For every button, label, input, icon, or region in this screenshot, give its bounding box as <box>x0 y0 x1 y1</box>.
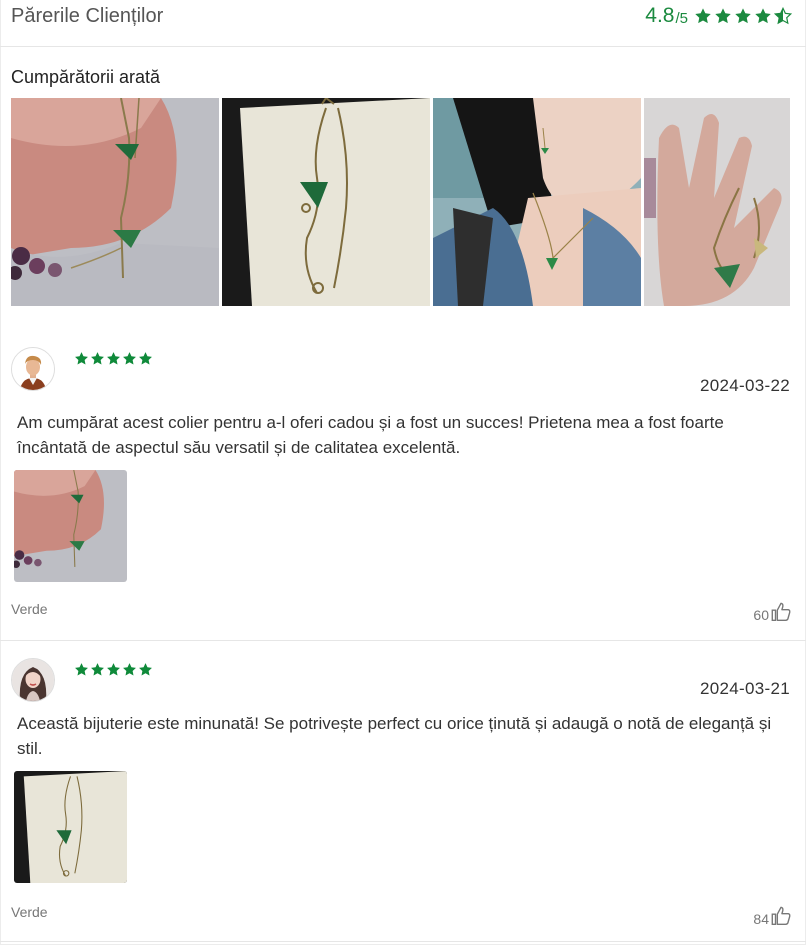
review-stars <box>74 351 153 366</box>
star-full-icon <box>107 663 120 676</box>
review-text: Am cumpărat acest colier pentru a-l ofer… <box>17 413 724 457</box>
review-date: 2024-03-21 <box>700 679 790 698</box>
page-title: Părerile Clienților <box>11 5 164 27</box>
avatar-woman-icon <box>12 659 54 701</box>
gallery-photo-3[interactable] <box>433 98 641 306</box>
review-variant: Verde <box>11 601 48 617</box>
star-full-icon <box>755 8 771 24</box>
review-date: 2024-03-22 <box>700 376 790 395</box>
gallery-title: Cumpărătorii arată <box>11 67 161 87</box>
like-button[interactable]: 60 <box>753 601 792 623</box>
review-photo[interactable] <box>14 771 127 883</box>
review-card: 2024-03-21 Această bijuterie este minuna… <box>0 641 806 942</box>
star-full-icon <box>139 663 152 676</box>
thumbs-up-icon <box>771 906 791 925</box>
review-card: 2024-03-22 Am cumpărat acest colier pent… <box>0 330 806 641</box>
avatar <box>11 347 55 391</box>
photo-necklace-wrist <box>11 98 219 306</box>
star-full-icon <box>695 8 711 24</box>
rating-score: 4.8 <box>645 4 675 27</box>
like-count: 84 <box>753 911 769 927</box>
star-full-icon <box>123 352 136 365</box>
photo-woman-wearing-necklace <box>433 98 641 306</box>
reviews-header: Părerile Clienților 4.8 /5 <box>0 0 806 47</box>
gallery-photo-2[interactable] <box>222 98 430 306</box>
gallery-photo-1[interactable] <box>11 98 219 306</box>
review-text: Această bijuterie este minunată! Se potr… <box>17 714 772 758</box>
gallery-photo-4[interactable] <box>644 98 790 306</box>
review-variant: Verde <box>11 904 48 920</box>
customer-photo-gallery <box>11 98 790 306</box>
thumbs-up-icon <box>771 602 791 621</box>
avatar <box>11 658 55 702</box>
overall-rating: 4.8 /5 <box>645 4 792 28</box>
star-full-icon <box>107 352 120 365</box>
star-full-icon <box>715 8 731 24</box>
star-full-icon <box>91 352 104 365</box>
like-button[interactable]: 84 <box>753 905 792 927</box>
avatar-man-icon <box>12 348 54 390</box>
photo-necklace-in-hand <box>644 98 790 306</box>
photo-necklace-wrist <box>14 470 127 582</box>
like-count: 60 <box>753 607 769 623</box>
star-half-icon <box>774 7 792 25</box>
star-full-icon <box>91 663 104 676</box>
star-full-icon <box>75 663 88 676</box>
star-full-icon <box>735 8 751 24</box>
photo-necklace-on-card <box>14 771 127 883</box>
rating-stars <box>694 7 792 25</box>
rating-max: /5 <box>675 9 688 27</box>
review-stars <box>74 662 153 677</box>
star-full-icon <box>123 663 136 676</box>
star-full-icon <box>75 352 88 365</box>
photo-necklace-on-card <box>222 98 430 306</box>
star-full-icon <box>139 352 152 365</box>
review-photo[interactable] <box>14 470 127 582</box>
